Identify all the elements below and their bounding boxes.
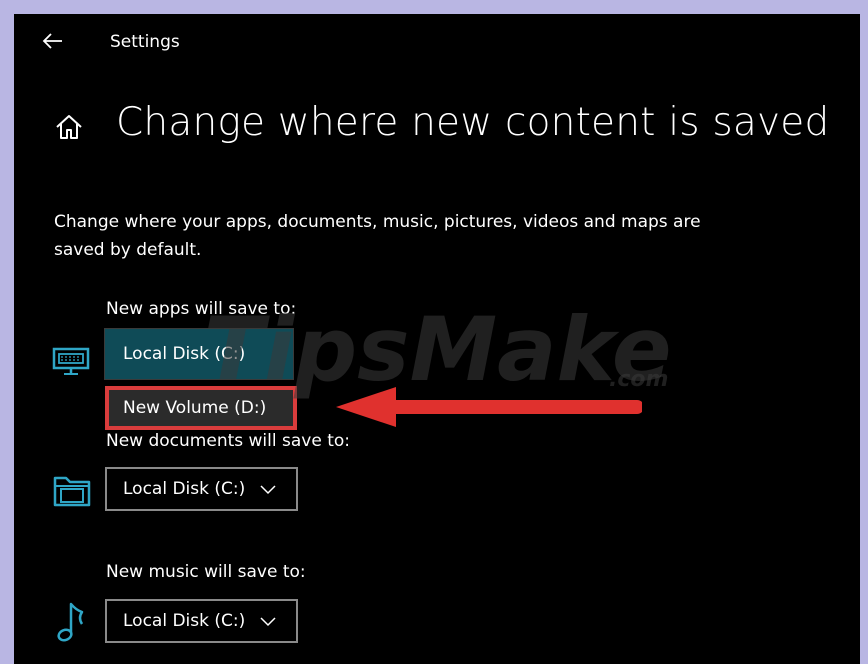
app-title: Settings — [110, 32, 180, 52]
watermark-logo: TipsMake .com — [204, 292, 674, 402]
chevron-down-icon — [260, 617, 276, 627]
back-arrow-icon — [42, 33, 62, 49]
documents-selected-value: Local Disk (C:) — [123, 479, 246, 499]
page-title: Change where new content is saved — [116, 100, 830, 145]
watermark-text: TipsMake — [204, 298, 672, 401]
documents-save-label: New documents will save to: — [106, 431, 350, 451]
documents-drive-dropdown[interactable]: Local Disk (C:) — [105, 467, 298, 511]
back-button[interactable] — [36, 26, 68, 56]
music-save-label: New music will save to: — [106, 562, 306, 582]
music-selected-value: Local Disk (C:) — [123, 611, 246, 631]
folder-icon — [52, 474, 92, 508]
music-drive-dropdown[interactable]: Local Disk (C:) — [105, 599, 298, 643]
monitor-keyboard-icon — [51, 346, 91, 376]
home-icon — [56, 115, 82, 139]
chevron-down-icon — [260, 485, 276, 495]
home-button[interactable] — [52, 110, 86, 144]
watermark-suffix: .com — [609, 367, 668, 392]
settings-window: Settings Change where new content is sav… — [14, 14, 860, 664]
music-note-icon — [56, 600, 86, 644]
page-description: Change where your apps, documents, music… — [54, 212, 701, 260]
